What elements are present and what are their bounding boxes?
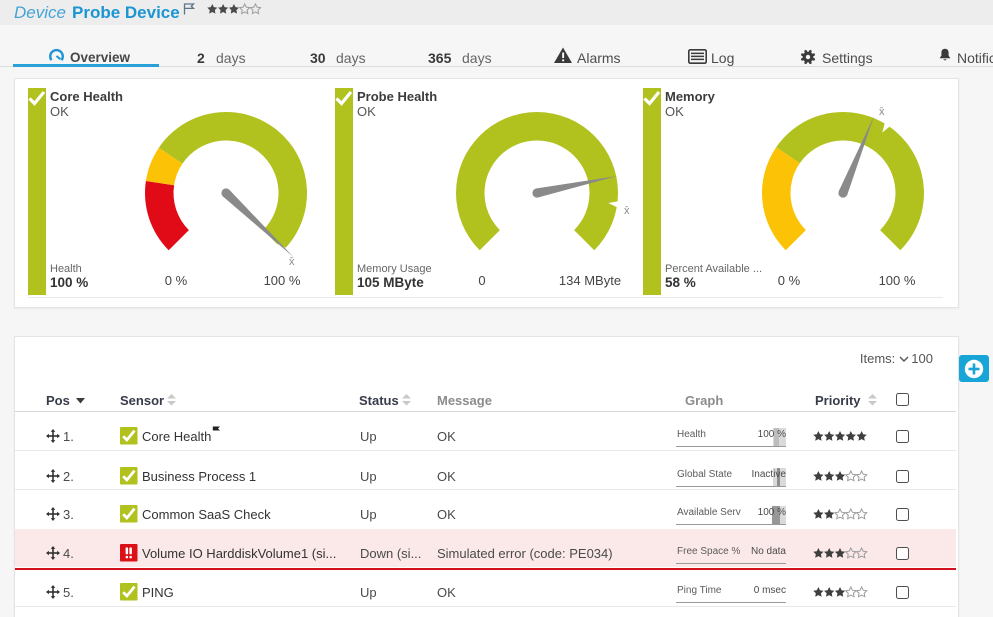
svg-text:x̄: x̄ bbox=[289, 256, 295, 268]
svg-text:x̄: x̄ bbox=[879, 106, 885, 118]
svg-text:x̄: x̄ bbox=[624, 205, 630, 217]
